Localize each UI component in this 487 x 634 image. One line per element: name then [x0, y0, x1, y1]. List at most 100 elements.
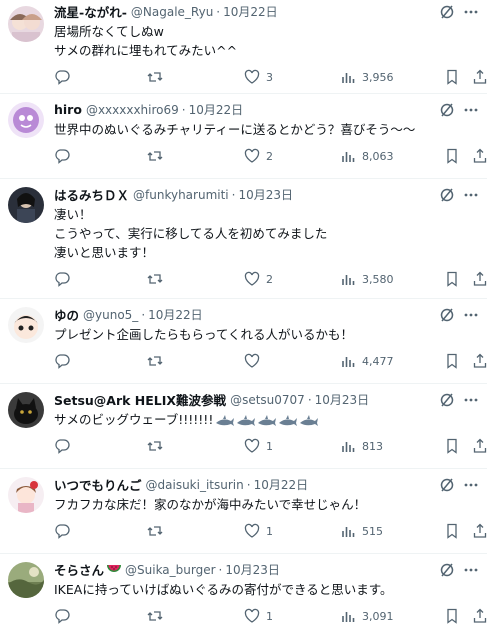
views-button[interactable]: 3,580 — [340, 270, 394, 288]
reply-item[interactable]: そらさん @Suika_burger · 10月23日 IKEAに持っていけばぬいぐ… — [0, 554, 487, 634]
bookmark-button[interactable] — [444, 522, 460, 540]
user-handle[interactable]: @daisuki_itsurin — [146, 478, 244, 492]
retweet-button[interactable] — [147, 607, 163, 625]
grok-icon[interactable] — [439, 562, 455, 578]
timestamp[interactable]: 10月23日 — [315, 393, 370, 407]
user-handle[interactable]: @funkyharumiti — [133, 188, 229, 202]
reply-item[interactable]: はるみちＤＸ @funkyharumiti · 10月23日 凄い！ こうやって、実… — [0, 179, 487, 299]
like-button[interactable]: 2 — [244, 270, 273, 288]
avatar[interactable] — [8, 477, 44, 513]
timestamp[interactable]: 10月22日 — [254, 478, 309, 492]
grok-icon[interactable] — [439, 187, 455, 203]
reply-item[interactable]: Setsu@Ark HELIX難波参戦 @setsu0707 · 10月23日 サメ… — [0, 384, 487, 469]
grok-icon[interactable] — [439, 477, 455, 493]
reply-item[interactable]: 流星-ながれ- @Nagale_Ryu · 10月22日 居場所なくてしぬw サメの… — [0, 0, 487, 94]
avatar[interactable] — [8, 6, 44, 42]
more-icon[interactable] — [463, 4, 479, 20]
views-button[interactable]: 3,956 — [340, 68, 394, 86]
bookmark-icon — [447, 608, 457, 624]
views-button[interactable]: 8,063 — [340, 147, 394, 165]
like-count: 1 — [266, 524, 273, 538]
retweet-button[interactable] — [147, 147, 163, 165]
reply-button[interactable] — [54, 270, 70, 288]
user-name[interactable]: そらさん — [54, 560, 104, 579]
share-icon — [473, 438, 487, 453]
user-handle[interactable]: @xxxxxxhiro69 — [86, 103, 179, 117]
user-name[interactable]: いつでもりんご — [54, 475, 142, 494]
user-name[interactable]: ゆの — [54, 305, 79, 324]
timestamp[interactable]: 10月22日 — [223, 5, 278, 19]
bookmark-button[interactable] — [444, 270, 460, 288]
share-button[interactable] — [472, 147, 487, 165]
bookmark-button[interactable] — [444, 147, 460, 165]
views-button[interactable]: 3,091 — [340, 607, 394, 625]
reply-item[interactable]: いつでもりんご @daisuki_itsurin · 10月22日 フカフカな床だ！… — [0, 469, 487, 554]
timestamp[interactable]: 10月22日 — [148, 308, 203, 322]
timestamp[interactable]: 10月23日 — [225, 563, 280, 577]
bookmark-button[interactable] — [444, 437, 460, 455]
reply-button[interactable] — [54, 352, 70, 370]
grok-icon[interactable] — [439, 4, 455, 20]
share-button[interactable] — [472, 437, 487, 455]
grok-icon[interactable] — [439, 102, 455, 118]
user-name[interactable]: はるみちＤＸ — [54, 185, 129, 204]
user-handle[interactable]: @Nagale_Ryu — [131, 5, 213, 19]
like-button[interactable]: 1 — [244, 522, 273, 540]
bookmark-button[interactable] — [444, 607, 460, 625]
user-handle[interactable]: @setsu0707 — [230, 393, 305, 407]
more-icon[interactable] — [463, 102, 479, 118]
reply-button[interactable] — [54, 68, 70, 86]
share-button[interactable] — [472, 522, 487, 540]
avatar[interactable] — [8, 307, 44, 343]
bookmark-button[interactable] — [444, 352, 460, 370]
share-button[interactable] — [472, 270, 487, 288]
share-button[interactable] — [472, 607, 487, 625]
reply-button[interactable] — [54, 147, 70, 165]
retweet-button[interactable] — [147, 437, 163, 455]
shark-icon — [300, 414, 319, 426]
grok-icon[interactable] — [439, 307, 455, 323]
like-button[interactable]: 2 — [244, 147, 273, 165]
views-button[interactable]: 515 — [340, 522, 383, 540]
user-name[interactable]: hiro — [54, 102, 82, 117]
user-handle[interactable]: @yuno5_ — [83, 308, 138, 322]
user-name[interactable]: 流星-ながれ- — [54, 2, 127, 21]
retweet-icon — [147, 72, 163, 82]
views-button[interactable]: 813 — [340, 437, 383, 455]
user-handle[interactable]: @Suika_burger — [125, 563, 216, 577]
user-name[interactable]: Setsu@Ark HELIX難波参戦 — [54, 390, 226, 409]
reply-text: プレゼント企画したらもらってくれる人がいるかも！ — [54, 327, 354, 342]
bookmark-button[interactable] — [444, 68, 460, 86]
like-button[interactable]: 3 — [244, 68, 273, 86]
more-icon[interactable] — [463, 307, 479, 323]
retweet-button[interactable] — [147, 270, 163, 288]
reply-item[interactable]: hiro @xxxxxxhiro69 · 10月22日 世界中のぬいぐるみチャリティ… — [0, 94, 487, 179]
more-icon[interactable] — [463, 187, 479, 203]
more-icon[interactable] — [463, 477, 479, 493]
retweet-button[interactable] — [147, 352, 163, 370]
reply-button[interactable] — [54, 607, 70, 625]
like-button[interactable]: 1 — [244, 437, 273, 455]
timestamp[interactable]: 10月22日 — [189, 103, 244, 117]
share-button[interactable] — [472, 352, 487, 370]
more-icon[interactable] — [463, 392, 479, 408]
action-bar: 2 8,063 — [54, 139, 487, 173]
action-bar: 1 813 — [54, 429, 487, 463]
reply-button[interactable] — [54, 522, 70, 540]
grok-icon[interactable] — [439, 392, 455, 408]
like-button[interactable]: 1 — [244, 607, 273, 625]
share-icon — [473, 271, 487, 286]
reply-item[interactable]: ゆの @yuno5_ · 10月22日 プレゼント企画したらもらってくれる人がいるか… — [0, 299, 487, 384]
more-icon[interactable] — [463, 562, 479, 578]
like-button[interactable] — [244, 352, 266, 370]
avatar[interactable] — [8, 102, 44, 138]
retweet-button[interactable] — [147, 522, 163, 540]
avatar[interactable] — [8, 562, 44, 598]
timestamp[interactable]: 10月23日 — [238, 188, 293, 202]
retweet-button[interactable] — [147, 68, 163, 86]
reply-button[interactable] — [54, 437, 70, 455]
share-button[interactable] — [472, 68, 487, 86]
views-button[interactable]: 4,477 — [340, 352, 394, 370]
avatar[interactable] — [8, 392, 44, 428]
avatar[interactable] — [8, 187, 44, 223]
